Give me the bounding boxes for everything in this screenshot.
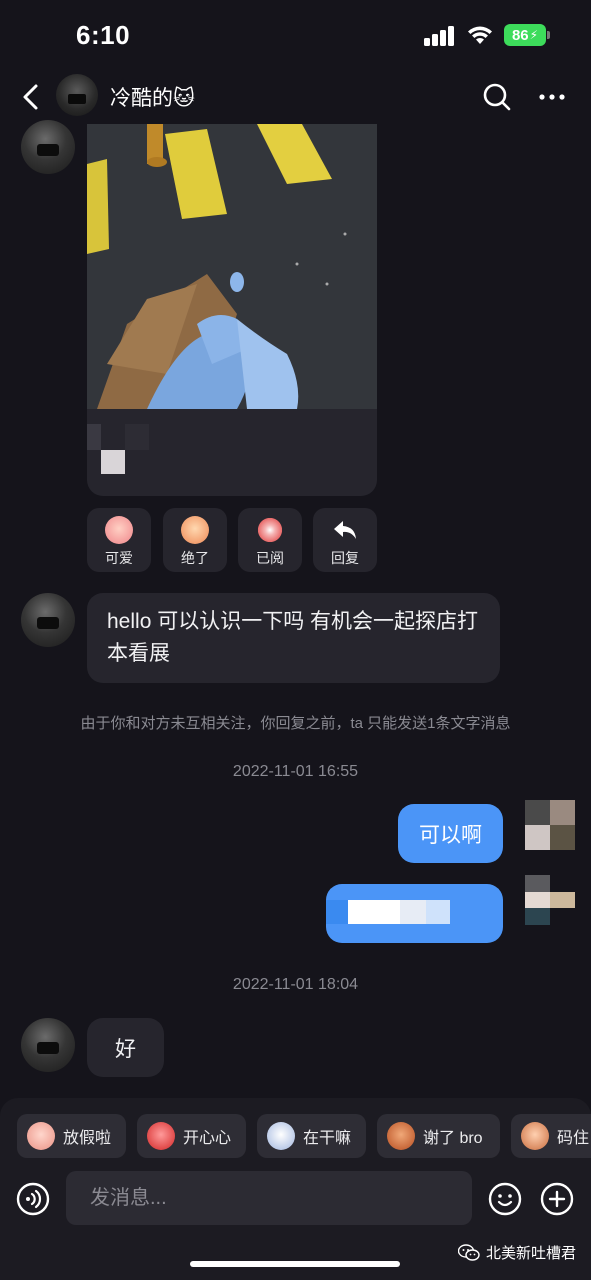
plus-icon[interactable] bbox=[540, 1182, 574, 1216]
chat-header: 冷酷的🐱 bbox=[0, 70, 591, 124]
timestamp: 2022-11-01 16:55 bbox=[232, 763, 359, 780]
blurred-caption bbox=[87, 424, 101, 450]
wechat-logo-icon bbox=[458, 1243, 480, 1261]
thanks-bro-sticker-icon bbox=[387, 1122, 415, 1150]
reaction-cute[interactable]: 可爱 bbox=[87, 508, 151, 572]
message-text: hello 可以认识一下吗 有机会一起探店打本看展 bbox=[107, 610, 479, 665]
charging-bolt-icon: ⚡ bbox=[529, 28, 539, 42]
battery-tip bbox=[547, 31, 550, 39]
more-options-icon[interactable] bbox=[538, 84, 566, 110]
sender-avatar[interactable] bbox=[21, 120, 75, 174]
voice-input-icon[interactable] bbox=[16, 1182, 50, 1216]
bookmark-sticker-icon bbox=[521, 1122, 549, 1150]
read-eye-icon bbox=[256, 516, 284, 544]
watermark-text: 北美新吐槽君 bbox=[486, 1245, 577, 1262]
timestamp: 2022-11-01 18:04 bbox=[232, 976, 359, 993]
sender-avatar[interactable] bbox=[21, 593, 75, 647]
wifi-icon bbox=[468, 26, 492, 44]
status-bar: 6:10 86 ⚡ bbox=[0, 0, 591, 70]
redacted-block bbox=[326, 900, 348, 924]
outgoing-message[interactable]: 可以啊 bbox=[398, 804, 503, 863]
redacted-block bbox=[426, 900, 450, 924]
outgoing-message-redacted[interactable] bbox=[326, 884, 503, 943]
reaction-label: 可爱 bbox=[105, 550, 133, 566]
watermark: 北美新吐槽君 bbox=[458, 1242, 576, 1263]
cute-face-icon bbox=[105, 516, 133, 544]
my-avatar[interactable] bbox=[525, 800, 575, 850]
cellular-signal-icon bbox=[424, 26, 456, 46]
follow-restriction-notice: 由于你和对方未互相关注，你回复之前，ta 只能发送1条文字消息 bbox=[80, 715, 511, 732]
image-message[interactable] bbox=[87, 124, 377, 496]
incoming-message[interactable]: 好 bbox=[87, 1018, 164, 1077]
contact-avatar[interactable] bbox=[56, 74, 98, 116]
reaction-read[interactable]: 已阅 bbox=[238, 508, 302, 572]
battery-indicator: 86 ⚡ bbox=[504, 24, 546, 46]
sender-avatar[interactable] bbox=[21, 1018, 75, 1072]
status-time: 6:10 bbox=[76, 20, 131, 50]
shared-photo[interactable] bbox=[87, 124, 377, 409]
reply-arrow-icon bbox=[334, 521, 356, 539]
message-input[interactable] bbox=[66, 1171, 472, 1225]
holiday-sticker-icon bbox=[27, 1122, 55, 1150]
photo-street-scene bbox=[87, 124, 377, 409]
redacted-block bbox=[348, 900, 400, 924]
quick-reply-chip[interactable]: 在干嘛 bbox=[257, 1114, 366, 1158]
chip-label: 开心心 bbox=[183, 1130, 232, 1147]
reaction-label: 已阅 bbox=[256, 550, 284, 566]
chip-label: 码住 bbox=[557, 1130, 590, 1147]
contact-name[interactable]: 冷酷的🐱 bbox=[110, 82, 195, 112]
back-arrow-icon[interactable] bbox=[18, 82, 44, 112]
what-doing-sticker-icon bbox=[267, 1122, 295, 1150]
message-text: 好 bbox=[115, 1037, 136, 1061]
quick-reply-chip[interactable]: 放假啦 bbox=[17, 1114, 126, 1158]
message-text: 可以啊 bbox=[419, 823, 482, 847]
happy-heart-sticker-icon bbox=[147, 1122, 175, 1150]
quick-reply-chip[interactable]: 码住 bbox=[511, 1114, 591, 1158]
quick-reply-chip[interactable]: 谢了 bro bbox=[377, 1114, 500, 1158]
reaction-label: 绝了 bbox=[181, 550, 209, 566]
chip-label: 在干嘛 bbox=[303, 1130, 352, 1147]
blurred-caption-pixel bbox=[125, 424, 149, 450]
message-input-container bbox=[66, 1171, 472, 1225]
awesome-face-icon bbox=[181, 516, 209, 544]
blurred-caption-pixel bbox=[101, 450, 125, 474]
home-indicator[interactable] bbox=[190, 1261, 400, 1267]
redacted-block bbox=[400, 900, 426, 924]
chip-label: 谢了 bro bbox=[423, 1130, 483, 1147]
quick-reply-chip[interactable]: 开心心 bbox=[137, 1114, 246, 1158]
battery-level: 86 bbox=[511, 26, 529, 44]
my-avatar[interactable] bbox=[525, 875, 575, 925]
reaction-awesome[interactable]: 绝了 bbox=[163, 508, 227, 572]
chip-label: 放假啦 bbox=[63, 1130, 112, 1147]
reaction-reply[interactable]: 回复 bbox=[313, 508, 377, 572]
search-icon[interactable] bbox=[482, 82, 512, 112]
reaction-label: 回复 bbox=[331, 550, 359, 566]
incoming-message[interactable]: hello 可以认识一下吗 有机会一起探店打本看展 bbox=[87, 593, 500, 683]
emoji-icon[interactable] bbox=[488, 1182, 522, 1216]
